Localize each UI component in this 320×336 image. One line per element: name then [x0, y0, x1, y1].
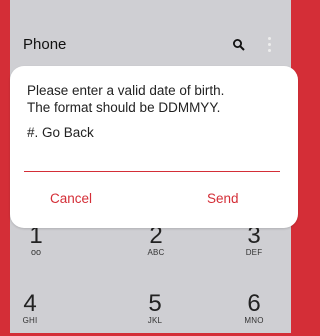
app-bar: Phone — [10, 28, 291, 64]
dialog-option-go-back: #. Go Back — [27, 125, 94, 140]
cancel-button[interactable]: Cancel — [50, 191, 92, 206]
more-vert-icon[interactable] — [266, 37, 272, 53]
key-digit: 5 — [148, 290, 162, 317]
response-input[interactable] — [24, 148, 280, 172]
key-digit: 6 — [247, 290, 261, 317]
dialpad-key-5[interactable]: 5 JKL — [125, 292, 185, 336]
dialog-message-line: The format should be DDMMYY. — [27, 100, 221, 115]
search-icon[interactable] — [232, 38, 246, 52]
dialog-message: Please enter a valid date of birth. The … — [27, 82, 287, 116]
ussd-dialog: Please enter a valid date of birth. The … — [10, 66, 298, 228]
send-button[interactable]: Send — [207, 191, 239, 206]
dialpad-key-6[interactable]: 6 MNO — [224, 292, 284, 336]
dialpad-key-3[interactable]: 3 DEF — [224, 224, 284, 268]
key-letters: ABC — [147, 248, 165, 257]
dialpad-key-2[interactable]: 2 ABC — [126, 224, 186, 268]
voicemail-icon: oo — [30, 247, 41, 257]
key-letters: DEF — [245, 248, 263, 257]
key-letters: MNO — [244, 316, 264, 325]
key-letters: GHI — [22, 316, 38, 325]
app-title: Phone — [23, 36, 67, 53]
dialpad-key-4[interactable]: 4 GHI — [0, 292, 60, 336]
dialog-message-line: Please enter a valid date of birth. — [27, 83, 225, 98]
key-letters: JKL — [147, 316, 163, 325]
dialpad-key-1[interactable]: 1 oo — [6, 224, 66, 268]
key-digit: 4 — [23, 290, 37, 317]
